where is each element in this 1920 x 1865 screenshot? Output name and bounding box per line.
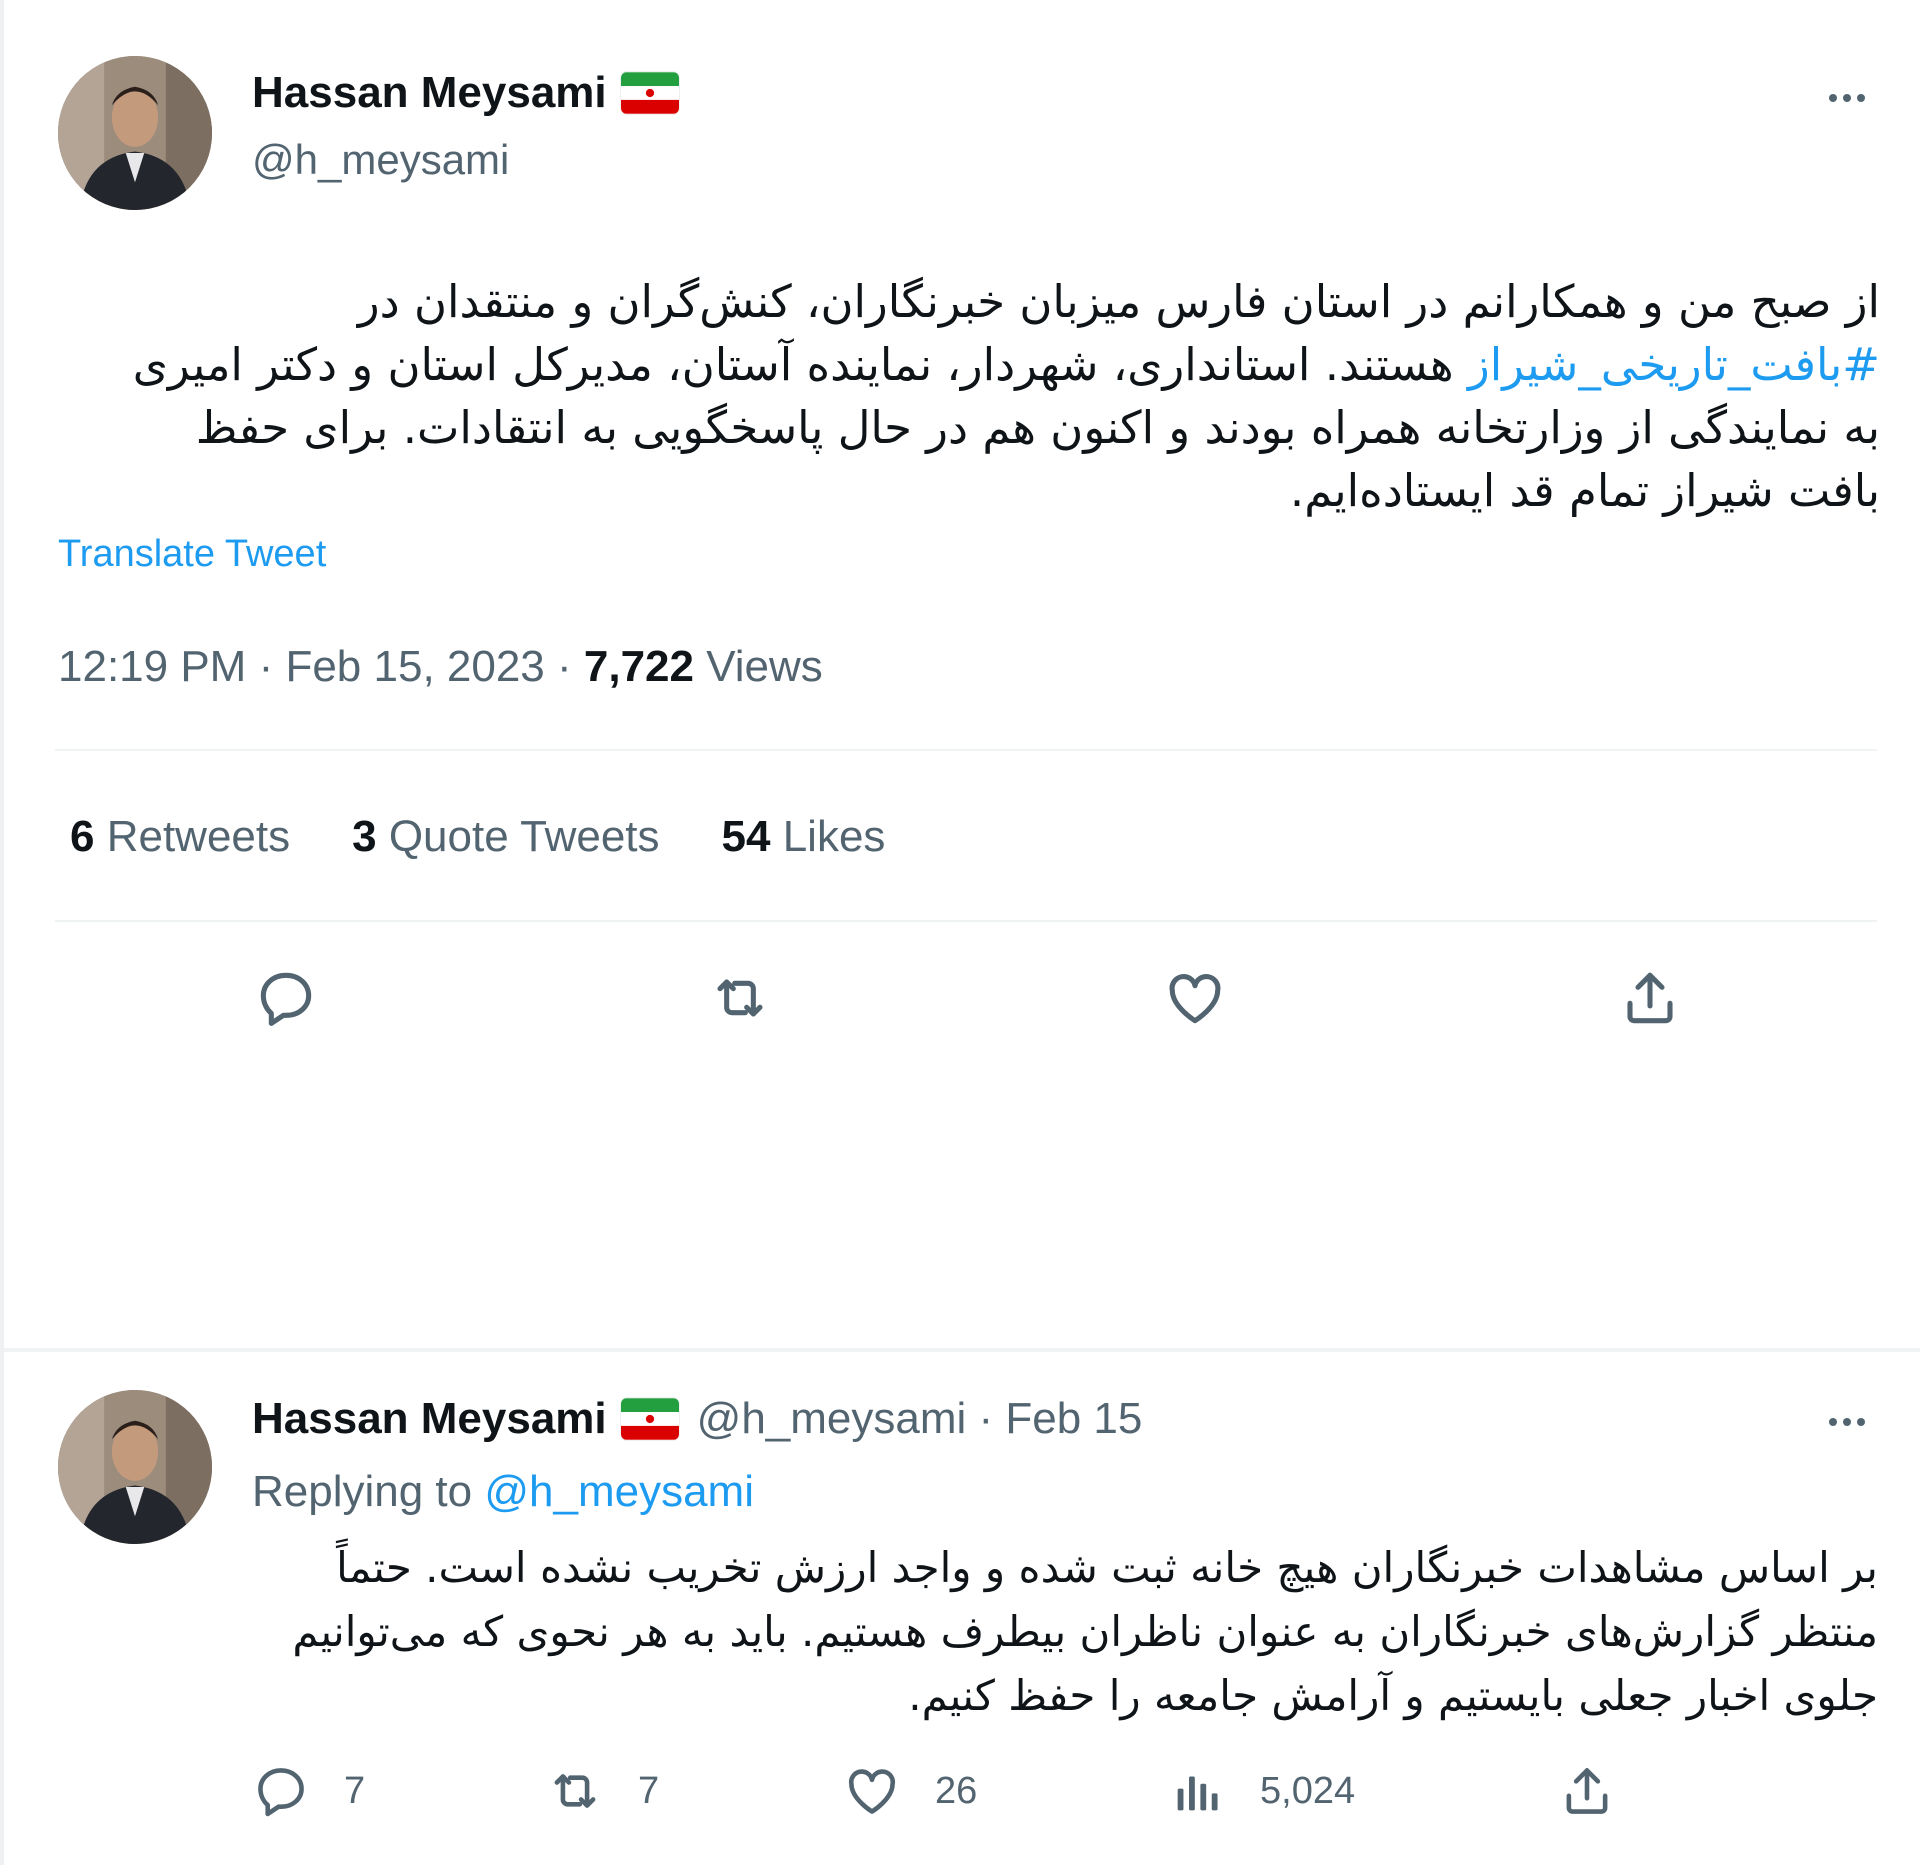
- reply-likes-count: 26: [935, 1769, 978, 1812]
- translate-tweet-link[interactable]: Translate Tweet: [58, 533, 326, 576]
- author-row: Hassan Meysami: [252, 68, 679, 118]
- reply-views-count: 5,024: [1260, 1769, 1356, 1812]
- avatar[interactable]: [58, 56, 212, 210]
- divider: [55, 920, 1877, 922]
- reply-text: بر اساس مشاهدات خبرنگاران هیچ خانه ثبت ش…: [292, 1543, 1878, 1720]
- avatar-photo: [58, 1390, 212, 1544]
- reply-icon: [260, 972, 312, 1026]
- tweet-time[interactable]: 12:19 PM: [58, 642, 246, 691]
- quotes-count: 3: [352, 812, 377, 861]
- likes-count: 54: [721, 812, 771, 861]
- meta-separator: ·: [544, 642, 584, 691]
- views-count: 7,722: [583, 642, 694, 691]
- retweets-label: Retweets: [94, 812, 291, 861]
- like-button[interactable]: [1155, 958, 1235, 1038]
- author-handle[interactable]: @h_meysami: [252, 136, 509, 184]
- retweets-stat[interactable]: 6 Retweets: [70, 812, 290, 862]
- divider: [55, 749, 1877, 751]
- section-separator: [4, 1348, 1920, 1352]
- reply-share-button[interactable]: [1558, 1762, 1616, 1820]
- views-chart-icon: [1177, 1776, 1218, 1811]
- reply-retweets-count: 7: [638, 1769, 660, 1812]
- reply-avatar[interactable]: [58, 1390, 212, 1544]
- heart-icon: [848, 1769, 896, 1814]
- likes-stat[interactable]: 54 Likes: [722, 812, 886, 862]
- meta-separator: ·: [246, 642, 286, 691]
- reply-like-button[interactable]: 26: [843, 1762, 977, 1820]
- likes-label: Likes: [770, 812, 886, 861]
- share-button[interactable]: [1610, 958, 1690, 1038]
- replying-mention-link[interactable]: @h_meysami: [484, 1467, 754, 1516]
- reply-retweet-button[interactable]: 7: [546, 1762, 659, 1820]
- iran-flag-icon: [620, 72, 679, 114]
- more-icon[interactable]: [1817, 78, 1877, 118]
- share-icon: [1566, 1768, 1608, 1814]
- views-label: Views: [694, 642, 823, 691]
- quotes-label: Quote Tweets: [376, 812, 660, 861]
- reply-button[interactable]: [246, 958, 326, 1038]
- hashtag-link[interactable]: #بافت_تاریخی_شیراز: [1468, 338, 1880, 391]
- tweet-text: از صبح من و همکارانم در استان فارس میزبا…: [100, 270, 1880, 522]
- avatar-photo: [58, 56, 212, 210]
- reply-replies-count: 7: [344, 1769, 366, 1812]
- reply-more-icon[interactable]: [1817, 1402, 1877, 1442]
- retweets-count: 6: [70, 812, 95, 861]
- retweet-icon: [554, 1774, 596, 1808]
- reply-reply-button[interactable]: 7: [252, 1762, 365, 1820]
- share-icon: [1627, 972, 1673, 1024]
- reply-author-row: Hassan Meysami @h_meysami · Feb 15: [252, 1394, 1142, 1444]
- tweet-text-part1: از صبح من و همکارانم در استان فارس میزبا…: [357, 275, 1880, 328]
- iran-flag-icon: [620, 1398, 679, 1440]
- reply-display-name[interactable]: Hassan Meysami: [252, 1394, 607, 1444]
- heart-icon: [1169, 974, 1221, 1024]
- reply-handle-date[interactable]: @h_meysami · Feb 15: [697, 1394, 1143, 1444]
- quote-tweets-stat[interactable]: 3 Quote Tweets: [352, 812, 659, 862]
- retweet-button[interactable]: [700, 958, 780, 1038]
- retweet-icon: [717, 979, 763, 1017]
- replying-label: Replying to: [252, 1467, 485, 1516]
- reply-icon: [258, 1768, 304, 1817]
- left-edge: [0, 0, 4, 1865]
- tweet-stats: 6 Retweets 3 Quote Tweets 54 Likes: [70, 812, 947, 862]
- tweet-date[interactable]: Feb 15, 2023: [285, 642, 544, 691]
- display-name[interactable]: Hassan Meysami: [252, 68, 607, 118]
- reply-views-button[interactable]: 5,024: [1168, 1762, 1355, 1820]
- tweet-meta: 12:19 PM · Feb 15, 2023 · 7,722 Views: [58, 642, 823, 692]
- replying-to: Replying to @h_meysami: [252, 1467, 754, 1517]
